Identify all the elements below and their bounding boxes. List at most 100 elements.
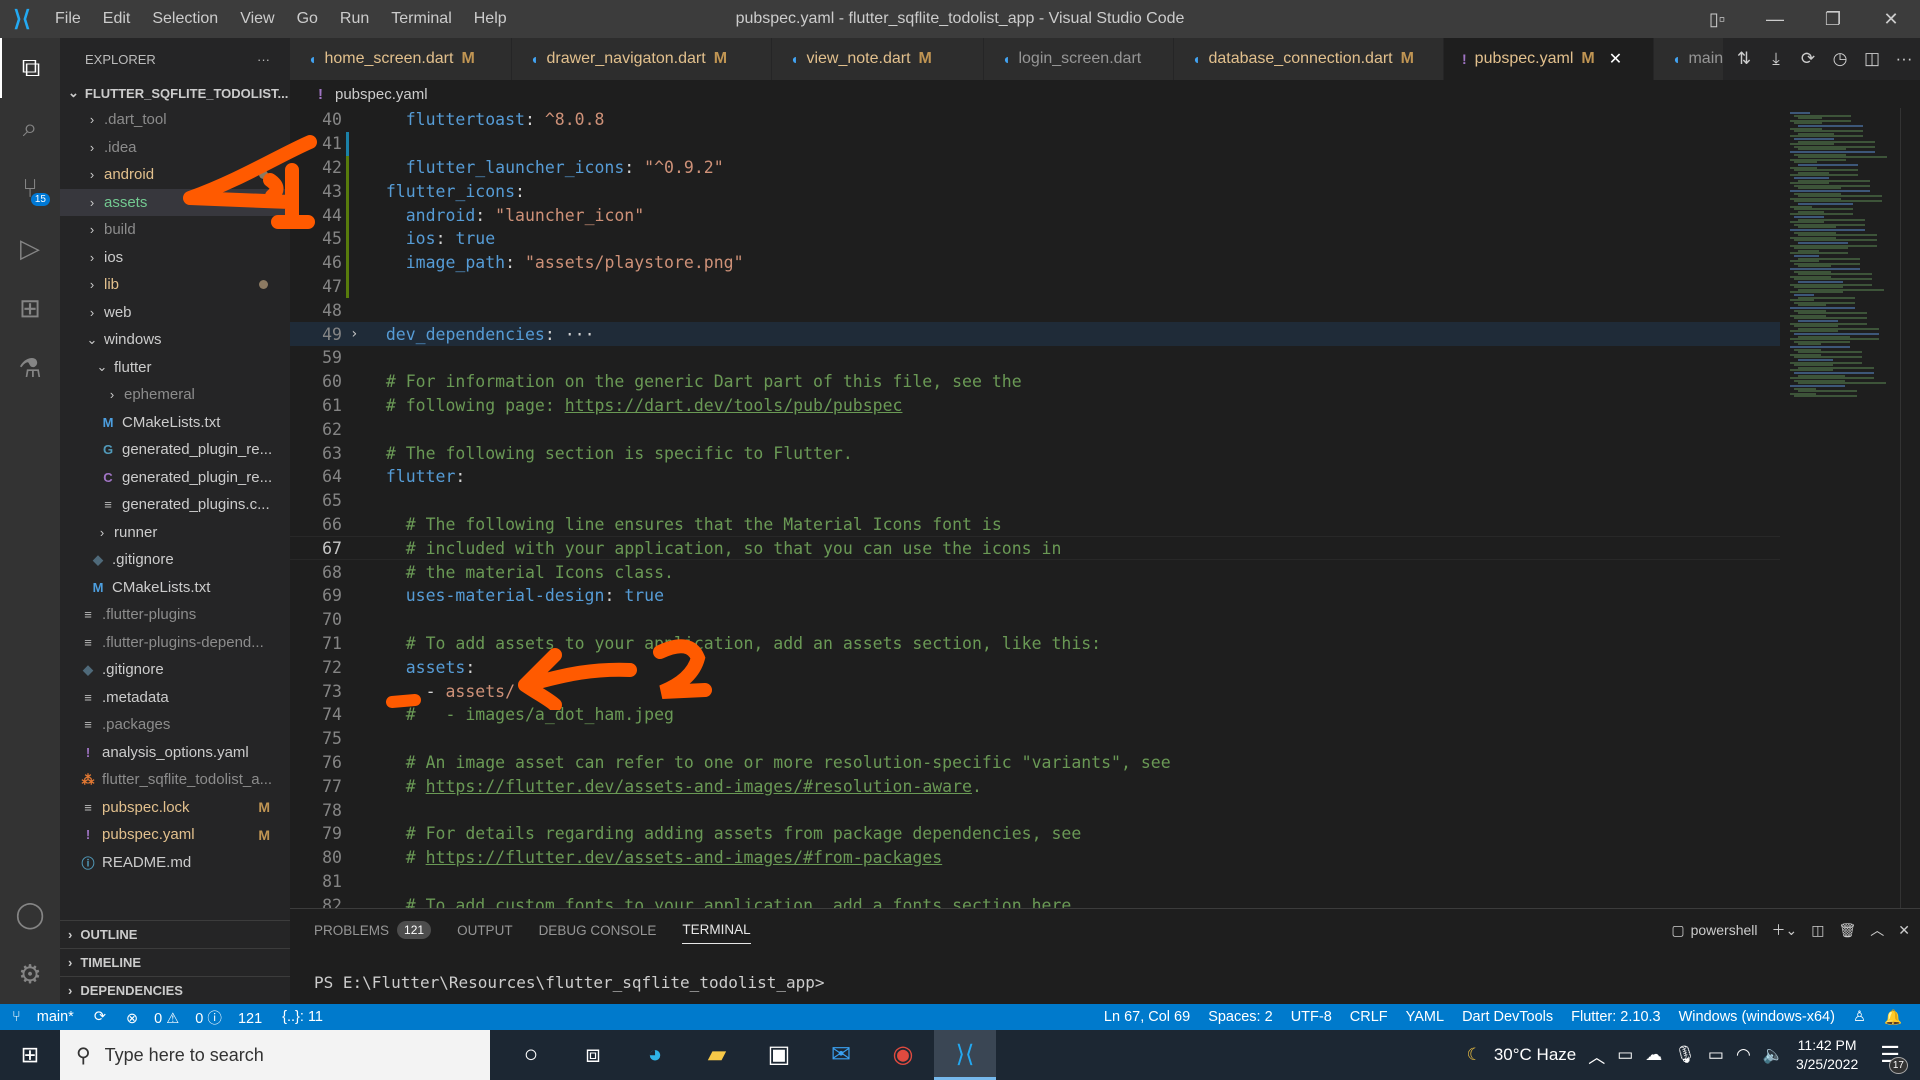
menu-selection[interactable]: Selection (152, 10, 218, 27)
cursor-position[interactable]: Ln 67, Col 69 (1104, 1009, 1190, 1025)
section-timeline[interactable]: › TIMELINE (60, 948, 290, 976)
weather-text[interactable]: 30°C Haze (1494, 1045, 1576, 1065)
task-view-icon[interactable]: ⧈ (562, 1030, 624, 1080)
code-line[interactable]: 61 # following page: https://dart.dev/to… (290, 394, 1780, 418)
tree-item[interactable]: ≡ generated_plugins.c... (60, 491, 290, 519)
tab-database_connection-dart[interactable]: ◖ database_connection.dart M (1174, 38, 1444, 80)
panel-tab-output[interactable]: OUTPUT (457, 909, 513, 951)
explorer-more-button[interactable]: ··· (257, 52, 270, 67)
code-line[interactable]: 72 assets: (290, 655, 1780, 679)
windows-start-icon[interactable]: ⊞ (0, 1042, 60, 1068)
tree-item[interactable]: ⌄ windows (60, 326, 290, 354)
more-actions-icon[interactable]: ··· (1888, 49, 1920, 69)
section-dependencies[interactable]: › DEPENDENCIES (60, 976, 290, 1004)
menu-go[interactable]: Go (297, 10, 318, 27)
trash-icon[interactable]: 🗑 (1838, 922, 1856, 939)
file-explorer-icon[interactable]: ▰ (686, 1030, 748, 1080)
tree-item[interactable]: ≡ .flutter-plugins (60, 601, 290, 629)
code-line[interactable]: 60 # For information on the generic Dart… (290, 370, 1780, 394)
explorer-icon[interactable]: ⧉ (0, 38, 60, 98)
edge-icon[interactable]: ◕ (624, 1030, 686, 1080)
code-line[interactable]: 45 ios: true (290, 226, 1780, 251)
tree-item[interactable]: ⓘ README.md (60, 849, 290, 877)
problems-status[interactable]: ⊗ 0 ⚠ 0 ⓘ 121 (126, 1007, 262, 1028)
tab-login_screen-dart[interactable]: ◖ login_screen.dart (984, 38, 1174, 80)
code-line[interactable]: 46 image_path: "assets/playstore.png" (290, 250, 1780, 275)
tree-item[interactable]: M CMakeLists.txt (60, 574, 290, 602)
tab-view_note-dart[interactable]: ◖ view_note.dart M (772, 38, 984, 80)
tree-item[interactable]: ≡ pubspec.lock M (60, 794, 290, 822)
microphone-icon[interactable]: 🎙 (1674, 1045, 1696, 1065)
code-line[interactable]: 66 # The following line ensures that the… (290, 513, 1780, 537)
shell-name[interactable]: powershell (1691, 922, 1758, 938)
code-line[interactable]: 67 # included with your application, so … (290, 536, 1780, 561)
eol-status[interactable]: CRLF (1350, 1009, 1388, 1025)
tree-item[interactable]: Ggenerated_plugin_re... (60, 436, 290, 464)
tree-item[interactable]: ! pubspec.yaml M (60, 821, 290, 849)
restore-button[interactable]: ❐ (1804, 0, 1862, 38)
menu-help[interactable]: Help (474, 10, 507, 27)
code-line[interactable]: 79 # For details regarding adding assets… (290, 822, 1780, 846)
menu-view[interactable]: View (240, 10, 274, 27)
tree-item[interactable]: › runner (60, 519, 290, 547)
settings-gear-icon[interactable]: ⚙ (0, 944, 60, 1004)
onedrive-icon[interactable]: ☁ (1645, 1045, 1662, 1065)
tab-main[interactable]: ◖ main (1654, 38, 1724, 80)
tree-item[interactable]: ≡ .flutter-plugins-depend... (60, 629, 290, 657)
split-editor-icon[interactable]: ◫ (1856, 49, 1888, 69)
code-line[interactable]: 49 › dev_dependencies: ··· (290, 322, 1780, 346)
menu-run[interactable]: Run (340, 10, 369, 27)
panel-tab-debug-console[interactable]: DEBUG CONSOLE (539, 909, 657, 951)
panel-tab-problems[interactable]: PROBLEMS 121 (314, 909, 432, 951)
code-line[interactable]: 82 # To add custom fonts to your applica… (290, 893, 1780, 908)
bracket-status[interactable]: {..}: 11 (282, 1009, 323, 1025)
code-line[interactable]: 80 # https://flutter.dev/assets-and-imag… (290, 846, 1780, 870)
code-line[interactable]: 62 (290, 417, 1780, 441)
indentation-status[interactable]: Spaces: 2 (1208, 1009, 1273, 1025)
code-line[interactable]: 43 flutter_icons: (290, 179, 1780, 203)
code-line[interactable]: 76 # An image asset can refer to one or … (290, 751, 1780, 775)
editor-scrollbar[interactable] (1900, 108, 1920, 908)
tab-drawer_navigaton-dart[interactable]: ◖ drawer_navigaton.dart M (512, 38, 772, 80)
tab-home_screen-dart[interactable]: ◖ home_screen.dart M (290, 38, 512, 80)
action-center-icon[interactable]: ☰ 17 (1880, 1042, 1908, 1074)
tree-item[interactable]: › lib (60, 271, 290, 299)
tree-item[interactable]: › .idea (60, 134, 290, 162)
tree-item[interactable]: ◆ .gitignore (60, 546, 290, 574)
minimap[interactable] (1780, 108, 1900, 908)
code-line[interactable]: 65 (290, 489, 1780, 513)
tree-item[interactable]: ◆ .gitignore (60, 656, 290, 684)
code-line[interactable]: 77 # https://flutter.dev/assets-and-imag… (290, 774, 1780, 798)
code-line[interactable]: 47 (290, 274, 1780, 299)
code-line[interactable]: 81 (290, 870, 1780, 894)
sync-icon[interactable]: ⟳ (1792, 49, 1824, 69)
dart-devtools-button[interactable]: Dart DevTools (1462, 1009, 1553, 1025)
extensions-icon[interactable]: ⊞ (0, 278, 60, 338)
menu-terminal[interactable]: Terminal (391, 10, 451, 27)
feedback-icon[interactable]: ♙ (1853, 1009, 1866, 1025)
clock[interactable]: 11:42 PM 3/25/2022 (1796, 1036, 1858, 1074)
split-terminal-icon[interactable]: ◫ (1811, 922, 1824, 939)
code-line[interactable]: 48 (290, 298, 1780, 322)
device-selector[interactable]: Windows (windows-x64) (1679, 1009, 1835, 1025)
history-icon[interactable]: ◷ (1824, 49, 1856, 69)
language-mode[interactable]: YAML (1406, 1009, 1444, 1025)
store-icon[interactable]: ▣ (748, 1030, 810, 1080)
tree-item[interactable]: › web (60, 299, 290, 327)
wifi-icon[interactable]: ◠ (1736, 1045, 1751, 1065)
tree-item[interactable]: › android (60, 161, 290, 189)
new-terminal-icon[interactable]: ＋⌄ (1772, 920, 1798, 940)
branch-status[interactable]: ⑂ main* (12, 1009, 74, 1025)
accounts-icon[interactable]: ◯ (0, 884, 60, 944)
terminal-prompt[interactable]: PS E:\Flutter\Resources\flutter_sqflite_… (290, 973, 1920, 992)
code-line[interactable]: 78 (290, 798, 1780, 822)
tree-item[interactable]: › ios (60, 244, 290, 272)
layout-icon[interactable]: ▯▫ (1688, 0, 1746, 38)
mail-icon[interactable]: ✉ (810, 1030, 872, 1080)
tree-item[interactable]: › build (60, 216, 290, 244)
code-line[interactable]: 41 (290, 131, 1780, 156)
taskbar-search[interactable]: ⚲ Type here to search (60, 1030, 490, 1080)
close-window-button[interactable]: ✕ (1862, 0, 1920, 38)
tree-item[interactable]: Cgenerated_plugin_re... (60, 464, 290, 492)
breadcrumb[interactable]: ! pubspec.yaml (290, 80, 1920, 108)
